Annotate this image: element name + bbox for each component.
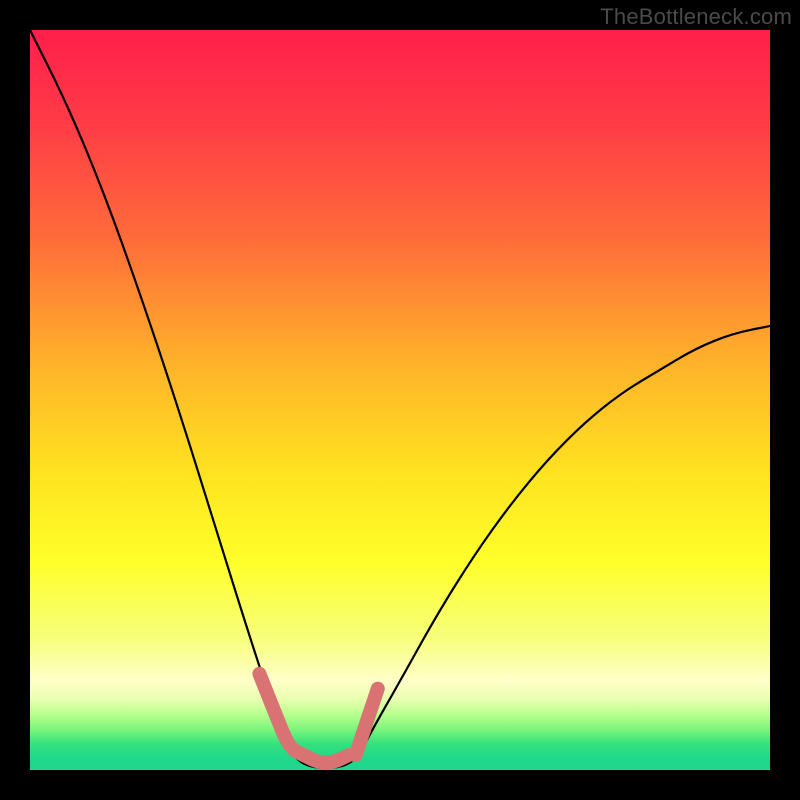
- chart-frame: TheBottleneck.com: [0, 0, 800, 800]
- highlight-flat-bottom: [304, 755, 348, 762]
- highlight-knee-left: [259, 674, 303, 755]
- highlight-group: [259, 674, 377, 763]
- curves-layer: [30, 30, 770, 770]
- bottleneck-curve: [30, 30, 770, 768]
- watermark-text: TheBottleneck.com: [600, 4, 792, 30]
- highlight-knee-right: [356, 689, 378, 756]
- plot-area: [30, 30, 770, 770]
